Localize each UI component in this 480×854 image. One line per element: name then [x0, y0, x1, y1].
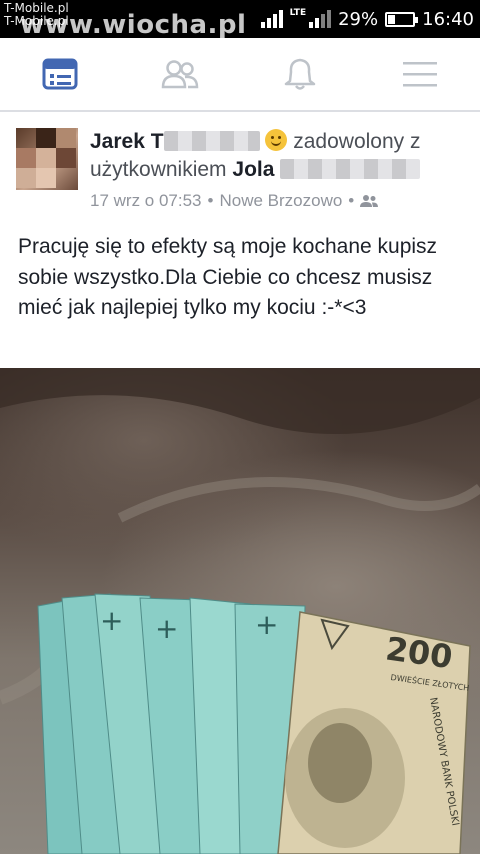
- meta-separator: •: [207, 191, 214, 210]
- tab-menu[interactable]: [360, 38, 480, 110]
- svg-text:+: +: [155, 612, 178, 645]
- network-type: LTE: [289, 8, 307, 18]
- smile-emoji-icon: [265, 129, 288, 151]
- post-date[interactable]: 17 wrz o 07:53: [90, 191, 202, 211]
- wifi-signal-icon: [260, 10, 283, 28]
- clock: 16:40: [422, 8, 474, 30]
- friends-audience-icon[interactable]: [360, 194, 379, 208]
- blurred-tagged-surname: [280, 159, 421, 179]
- post-photo[interactable]: + + + 200 DWIEŚCIE ZŁOTYCH NARODOWY BANK…: [0, 368, 480, 854]
- battery-percent: 29%: [338, 8, 379, 30]
- feeling-text: zadowolony: [293, 130, 405, 153]
- notifications-bell-icon: [284, 58, 316, 90]
- blurred-surname: [163, 131, 260, 151]
- author-avatar[interactable]: [16, 128, 78, 190]
- watermark: www.wiocha.pl: [20, 10, 247, 40]
- author-name[interactable]: Jarek T: [90, 130, 164, 153]
- post-meta: 17 wrz o 07:53 • Nowe Brzozowo •: [90, 191, 379, 211]
- post-author-line: Jarek T zadowolony z użytkownikiem Jola: [90, 128, 470, 184]
- with-phrase: użytkownikiem: [90, 158, 227, 181]
- menu-icon: [403, 62, 437, 87]
- meta-separator-2: •: [348, 191, 355, 210]
- feeling-suffix: z: [410, 130, 421, 153]
- cell-signal-icon: [309, 10, 332, 28]
- author-first-name[interactable]: Jarek: [90, 130, 145, 153]
- top-navigation: [0, 38, 480, 112]
- banknotes-image: + + + 200 DWIEŚCIE ZŁOTYCH NARODOWY BANK…: [0, 368, 480, 854]
- status-bar: T-Mobile.pl T-Mobile.pl www.wiocha.pl LT…: [0, 0, 480, 40]
- battery-icon: [385, 11, 419, 27]
- post-text: Pracuję się to efekty są moje kochane ku…: [18, 235, 438, 319]
- svg-text:+: +: [100, 604, 123, 637]
- tab-friends[interactable]: [120, 38, 240, 110]
- status-icons: LTE 29% 16:40: [260, 6, 474, 32]
- feeling-label: zadowolony z: [293, 130, 420, 153]
- author-initial[interactable]: T: [151, 130, 164, 153]
- tab-notifications[interactable]: [240, 38, 360, 110]
- post-location[interactable]: Nowe Brzozowo: [219, 191, 342, 211]
- news-feed-icon: [42, 58, 78, 90]
- svg-text:+: +: [255, 608, 278, 641]
- tab-news-feed[interactable]: [0, 38, 120, 110]
- tagged-user-name[interactable]: Jola: [232, 158, 274, 181]
- friends-icon: [161, 60, 199, 89]
